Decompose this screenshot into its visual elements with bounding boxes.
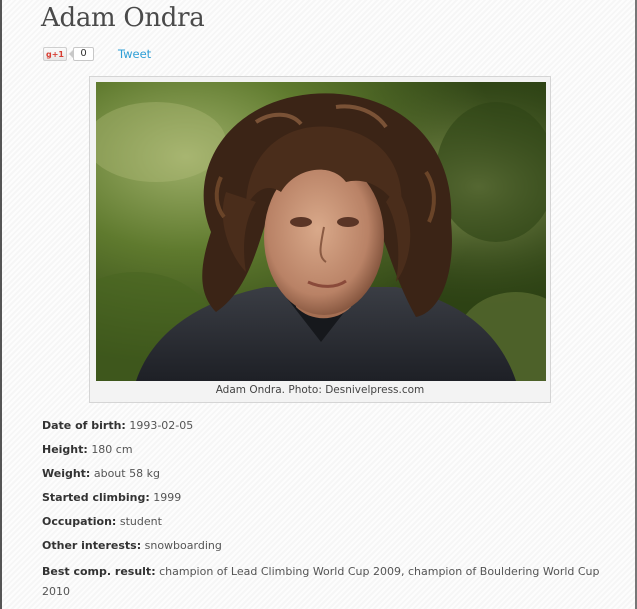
- detail-label: Height:: [42, 443, 88, 456]
- tweet-link[interactable]: Tweet: [118, 47, 151, 61]
- detail-label: Occupation:: [42, 515, 117, 528]
- detail-label: Date of birth:: [42, 419, 126, 432]
- photo-caption: Adam Ondra. Photo: Desnivelpress.com: [215, 384, 425, 396]
- detail-date-of-birth: Date of birth: 1993-02-05: [42, 416, 602, 440]
- detail-occupation: Occupation: student: [42, 512, 602, 536]
- detail-label: Started climbing:: [42, 491, 150, 504]
- detail-value: student: [119, 515, 162, 528]
- profile-details: Date of birth: 1993-02-05 Height: 180 cm…: [42, 416, 602, 602]
- page-title: Adam Ondra: [41, 3, 205, 33]
- portrait-illustration: [96, 82, 546, 381]
- google-plus-one-button[interactable]: g+1: [43, 47, 67, 61]
- detail-best-comp-result: Best comp. result: champion of Lead Clim…: [42, 560, 602, 602]
- portrait-photo[interactable]: [96, 82, 546, 381]
- left-border: [0, 0, 2, 609]
- google-plus-count: 0: [69, 47, 94, 61]
- detail-value: about 58 kg: [93, 467, 160, 480]
- detail-value: 180 cm: [91, 443, 133, 456]
- detail-other-interests: Other interests: snowboarding: [42, 536, 602, 560]
- detail-value: snowboarding: [144, 539, 222, 552]
- detail-label: Best comp. result:: [42, 565, 156, 578]
- detail-value: 1999: [153, 491, 182, 504]
- detail-height: Height: 180 cm: [42, 440, 602, 464]
- detail-value: 1993-02-05: [129, 419, 194, 432]
- detail-weight: Weight: about 58 kg: [42, 464, 602, 488]
- detail-label: Other interests:: [42, 539, 142, 552]
- photo-frame: Adam Ondra. Photo: Desnivelpress.com: [89, 76, 551, 403]
- detail-started-climbing: Started climbing: 1999: [42, 488, 602, 512]
- detail-label: Weight:: [42, 467, 91, 480]
